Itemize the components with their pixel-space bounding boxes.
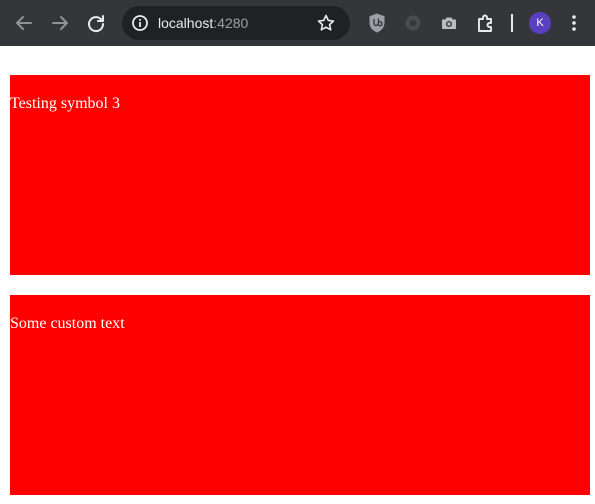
camera-extension-icon[interactable] (439, 13, 459, 33)
page-viewport: Testing symbol 3 Some custom text (0, 46, 595, 504)
extensions-puzzle-icon[interactable] (475, 12, 497, 34)
browser-toolbar: localhost:4280 K (0, 0, 595, 46)
address-bar[interactable]: localhost:4280 (122, 6, 350, 40)
url-host: localhost (158, 15, 214, 31)
box-text: Some custom text (10, 315, 125, 332)
site-info-icon[interactable] (130, 13, 150, 33)
forward-arrow-icon[interactable] (48, 11, 72, 35)
bookmark-star-icon[interactable] (316, 13, 336, 33)
url-port: :4280 (213, 15, 249, 31)
url-text[interactable]: localhost:4280 (158, 14, 248, 32)
kebab-menu-icon[interactable] (564, 12, 584, 34)
disabled-extension-icon[interactable] (403, 13, 423, 33)
red-box: Testing symbol 3 (10, 75, 590, 275)
box-text: Testing symbol 3 (10, 95, 120, 112)
back-arrow-icon[interactable] (12, 11, 36, 35)
reload-icon[interactable] (84, 11, 108, 35)
red-box: Some custom text (10, 295, 590, 495)
ublock-extension-icon[interactable] (367, 12, 387, 34)
toolbar-divider (511, 14, 513, 32)
profile-avatar[interactable]: K (529, 12, 551, 34)
